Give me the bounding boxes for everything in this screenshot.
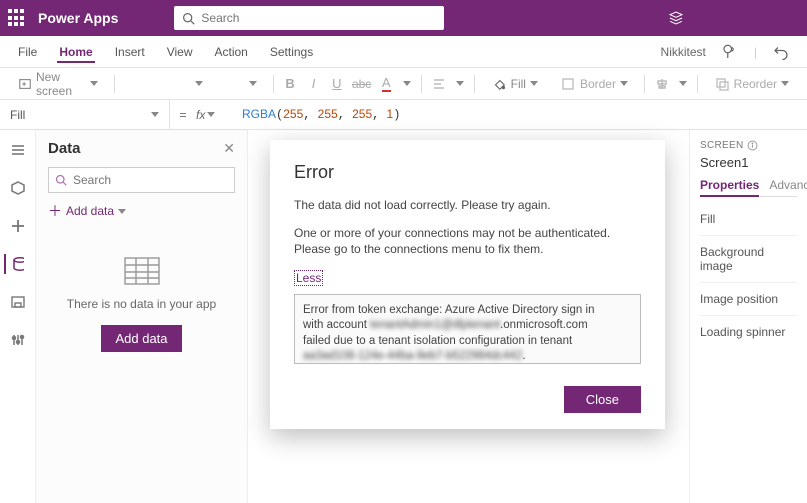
dialog-text-2: One or more of your connections may not … xyxy=(294,225,641,257)
less-toggle[interactable]: Less xyxy=(294,270,323,286)
error-details[interactable]: Error from token exchange: Azure Active … xyxy=(294,294,641,364)
close-button[interactable]: Close xyxy=(564,386,641,413)
dialog-title: Error xyxy=(294,162,641,183)
dialog-text-1: The data did not load correctly. Please … xyxy=(294,197,641,213)
modal-backdrop: Error The data did not load correctly. P… xyxy=(0,0,807,503)
error-dialog: Error The data did not load correctly. P… xyxy=(270,140,665,429)
